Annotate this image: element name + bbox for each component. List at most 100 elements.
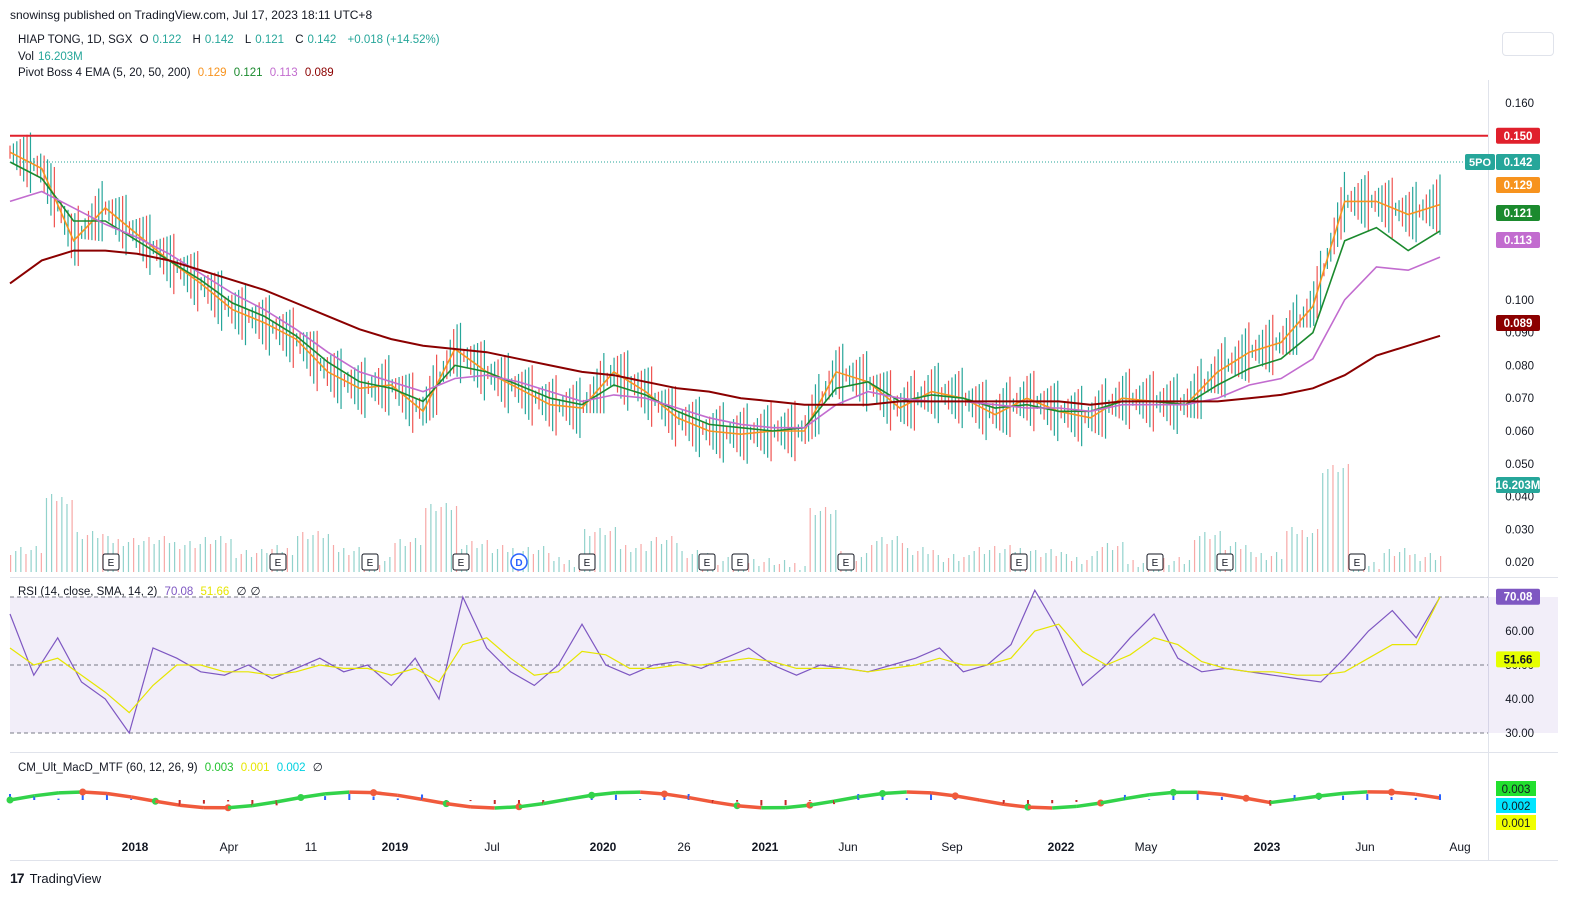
macd-line-segment [1124,793,1150,801]
hline-price-tag-bg [1496,127,1540,144]
volume-bar [830,514,832,572]
volume-bar [1383,553,1385,572]
volume-bar [614,527,617,572]
volume-bar [527,547,529,572]
chart-settings-button[interactable] [1502,32,1554,56]
volume-bar [953,554,955,572]
time-tick-label: Apr [220,840,239,854]
ema2-price-tag-bg [1496,205,1540,221]
earnings-marker-label: E [1354,558,1361,569]
volume-bar [35,546,37,572]
volume-bar [722,561,724,572]
volume-bar [414,538,417,572]
macd-line-segment [1294,794,1320,802]
volume-bar [650,541,652,572]
volume-bar [435,511,437,572]
volume-bar [640,544,642,572]
macd-histogram-bar [590,794,593,800]
volume-bar [394,543,396,572]
macd-histogram-bar [445,800,448,806]
macd-histogram-bar [202,800,205,804]
ema-line-4 [9,249,1441,406]
macd-legend: CM_Ult_MacD_MTF (60, 12, 26, 9) 0.003 0.… [18,762,323,774]
volume-bar [1347,464,1349,572]
macd-histogram-bar [1439,794,1441,800]
volume-bar [312,535,314,572]
open-value: O 0.122 [139,34,182,46]
volume-bar [491,553,493,572]
rsi-value-tag: 70.08 [1504,592,1533,604]
volume-bar [1250,552,1252,572]
symbol-label[interactable]: HIAP TONG, 1D, SGX [18,34,132,46]
macd-histogram-bar [227,800,230,802]
volume-bar [737,560,740,572]
ema-legend: Pivot Boss 4 EMA (5, 20, 50, 200) 0.129 … [18,67,338,79]
macd-cross-dot [442,800,450,808]
pane-divider [10,752,1558,753]
macd-line-segment [179,803,205,810]
volume-bar [86,535,89,572]
time-tick-label: Aug [1449,840,1470,854]
volume-bar [476,548,478,572]
volume-bar [194,548,196,572]
ema-line-1 [9,151,1441,436]
ema20-value: 0.121 [233,67,263,79]
earnings-marker [102,553,120,571]
volume-bar [609,531,611,572]
macd-value-tag-bg [1496,781,1536,796]
volume-bar [681,551,683,572]
macd-line-segment [1342,790,1368,796]
volume-bar [1352,567,1355,572]
macd-line-segment [82,790,108,796]
macd-line-segment [1027,805,1053,810]
macd-cross-dot [79,788,87,796]
volume-bar [1440,556,1442,572]
macd-line-segment [736,803,762,810]
macd-line-segment [930,791,956,798]
volume-bar [594,532,596,572]
volume-tag-bg [1496,477,1540,493]
volume-bar [589,536,591,572]
macd-histogram-bar [1390,796,1393,800]
volume-bar [686,558,688,572]
time-tick-label: Jun [1355,840,1374,854]
earnings-marker-label: E [458,558,465,569]
earnings-marker [698,553,716,571]
macd-histogram-bar [57,798,60,800]
macd-histogram-bar [493,800,496,804]
rsi-ma-value-tag-bg [1496,651,1540,668]
macd-line-segment [591,790,617,798]
volume-bar [963,557,965,572]
earnings-marker-label: E [108,558,115,569]
volume-bar [1255,557,1257,572]
volume-bar [1368,566,1370,572]
macd-histogram-bar [833,800,836,805]
macd-histogram-bar [566,798,569,800]
last-price-tag-bg [1496,154,1540,170]
volume-bar [1337,472,1339,572]
macd-histogram-bar [1075,800,1078,802]
volume-bar [660,544,663,572]
symbol-tag: 5PO [1469,157,1491,169]
macd-line-segment [979,798,1005,806]
volume-bar [1270,556,1273,572]
volume-bar [881,537,883,572]
volume-bar [1363,570,1365,572]
change-value: +0.018 (+14.52%) [347,34,440,46]
volume-bar [215,540,217,572]
volume-bar [1081,564,1083,572]
macd-cross-dot [297,794,305,802]
macd-histogram-bar [9,794,11,800]
volume-bar [1019,548,1021,572]
volume-bar [691,554,693,572]
ema-line-2 [9,161,1441,432]
volume-bar [886,544,888,572]
volume-bar [1029,551,1032,572]
volume-bar [112,543,114,572]
earnings-marker-label: E [1016,558,1023,569]
volume-bar [1342,468,1344,572]
time-tick-label: 2020 [590,840,617,854]
macd-cross-dot [1388,788,1396,796]
volume-bar [15,551,17,572]
earnings-marker [578,553,596,571]
